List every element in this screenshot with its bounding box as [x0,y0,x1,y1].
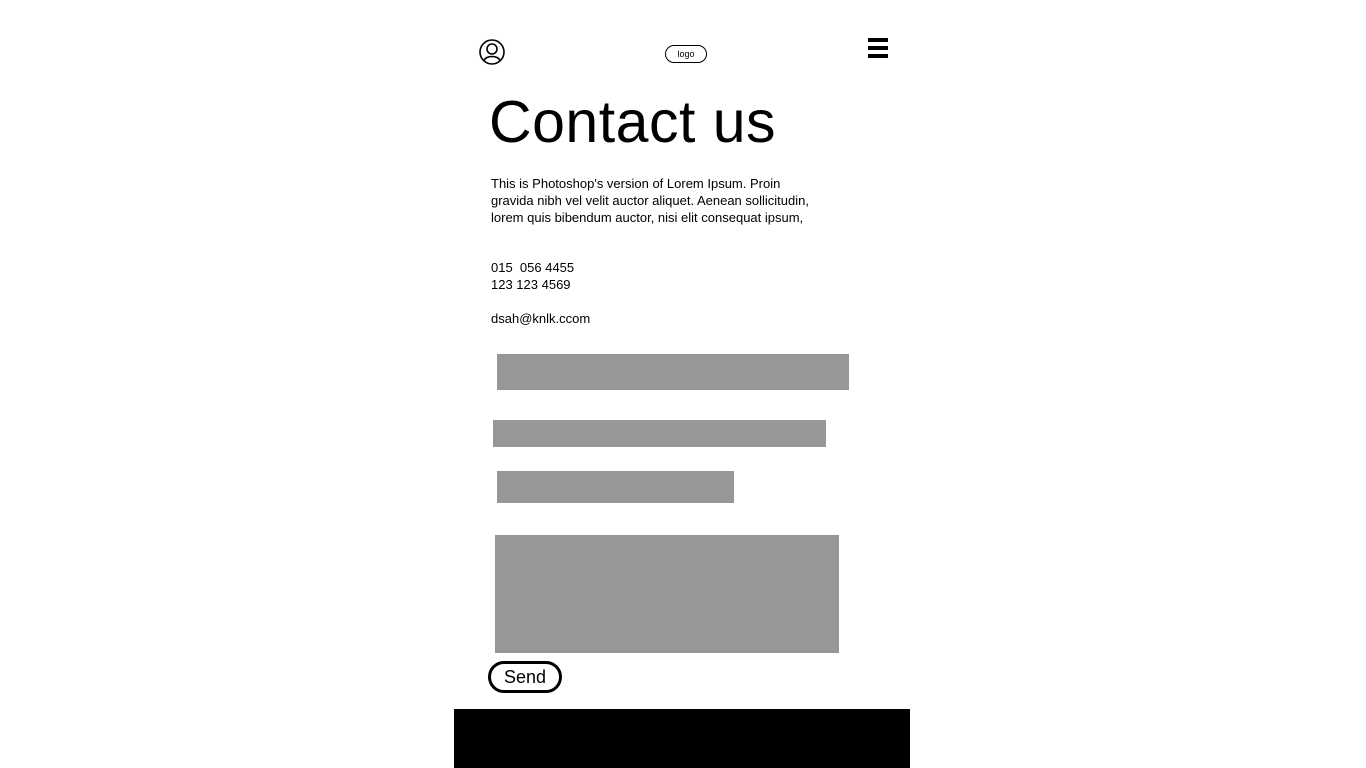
intro-text: This is Photoshop's version of Lorem Ips… [491,175,871,226]
email-address: dsah@knlk.ccom [491,311,591,326]
message-field[interactable] [495,535,839,653]
intro-line: gravida nibh vel velit auctor aliquet. A… [491,193,809,208]
user-icon[interactable] [479,39,505,65]
intro-line: This is Photoshop's version of Lorem Ips… [491,176,781,191]
logo[interactable]: logo [665,45,707,63]
intro-line: lorem quis bibendum auctor, nisi elit co… [491,210,804,225]
phone-field[interactable] [497,471,734,503]
contact-page: logo Contact us This is Photoshop's vers… [0,0,1366,768]
email-field[interactable] [493,420,826,447]
send-button[interactable]: Send [488,661,562,693]
name-field[interactable] [497,354,849,390]
phone-number: 015 056 4455 [491,260,575,275]
page-title: Contact us [489,89,777,155]
footer [454,709,910,768]
phone-number: 123 123 4569 [491,277,571,292]
hamburger-menu-icon[interactable] [868,38,888,59]
